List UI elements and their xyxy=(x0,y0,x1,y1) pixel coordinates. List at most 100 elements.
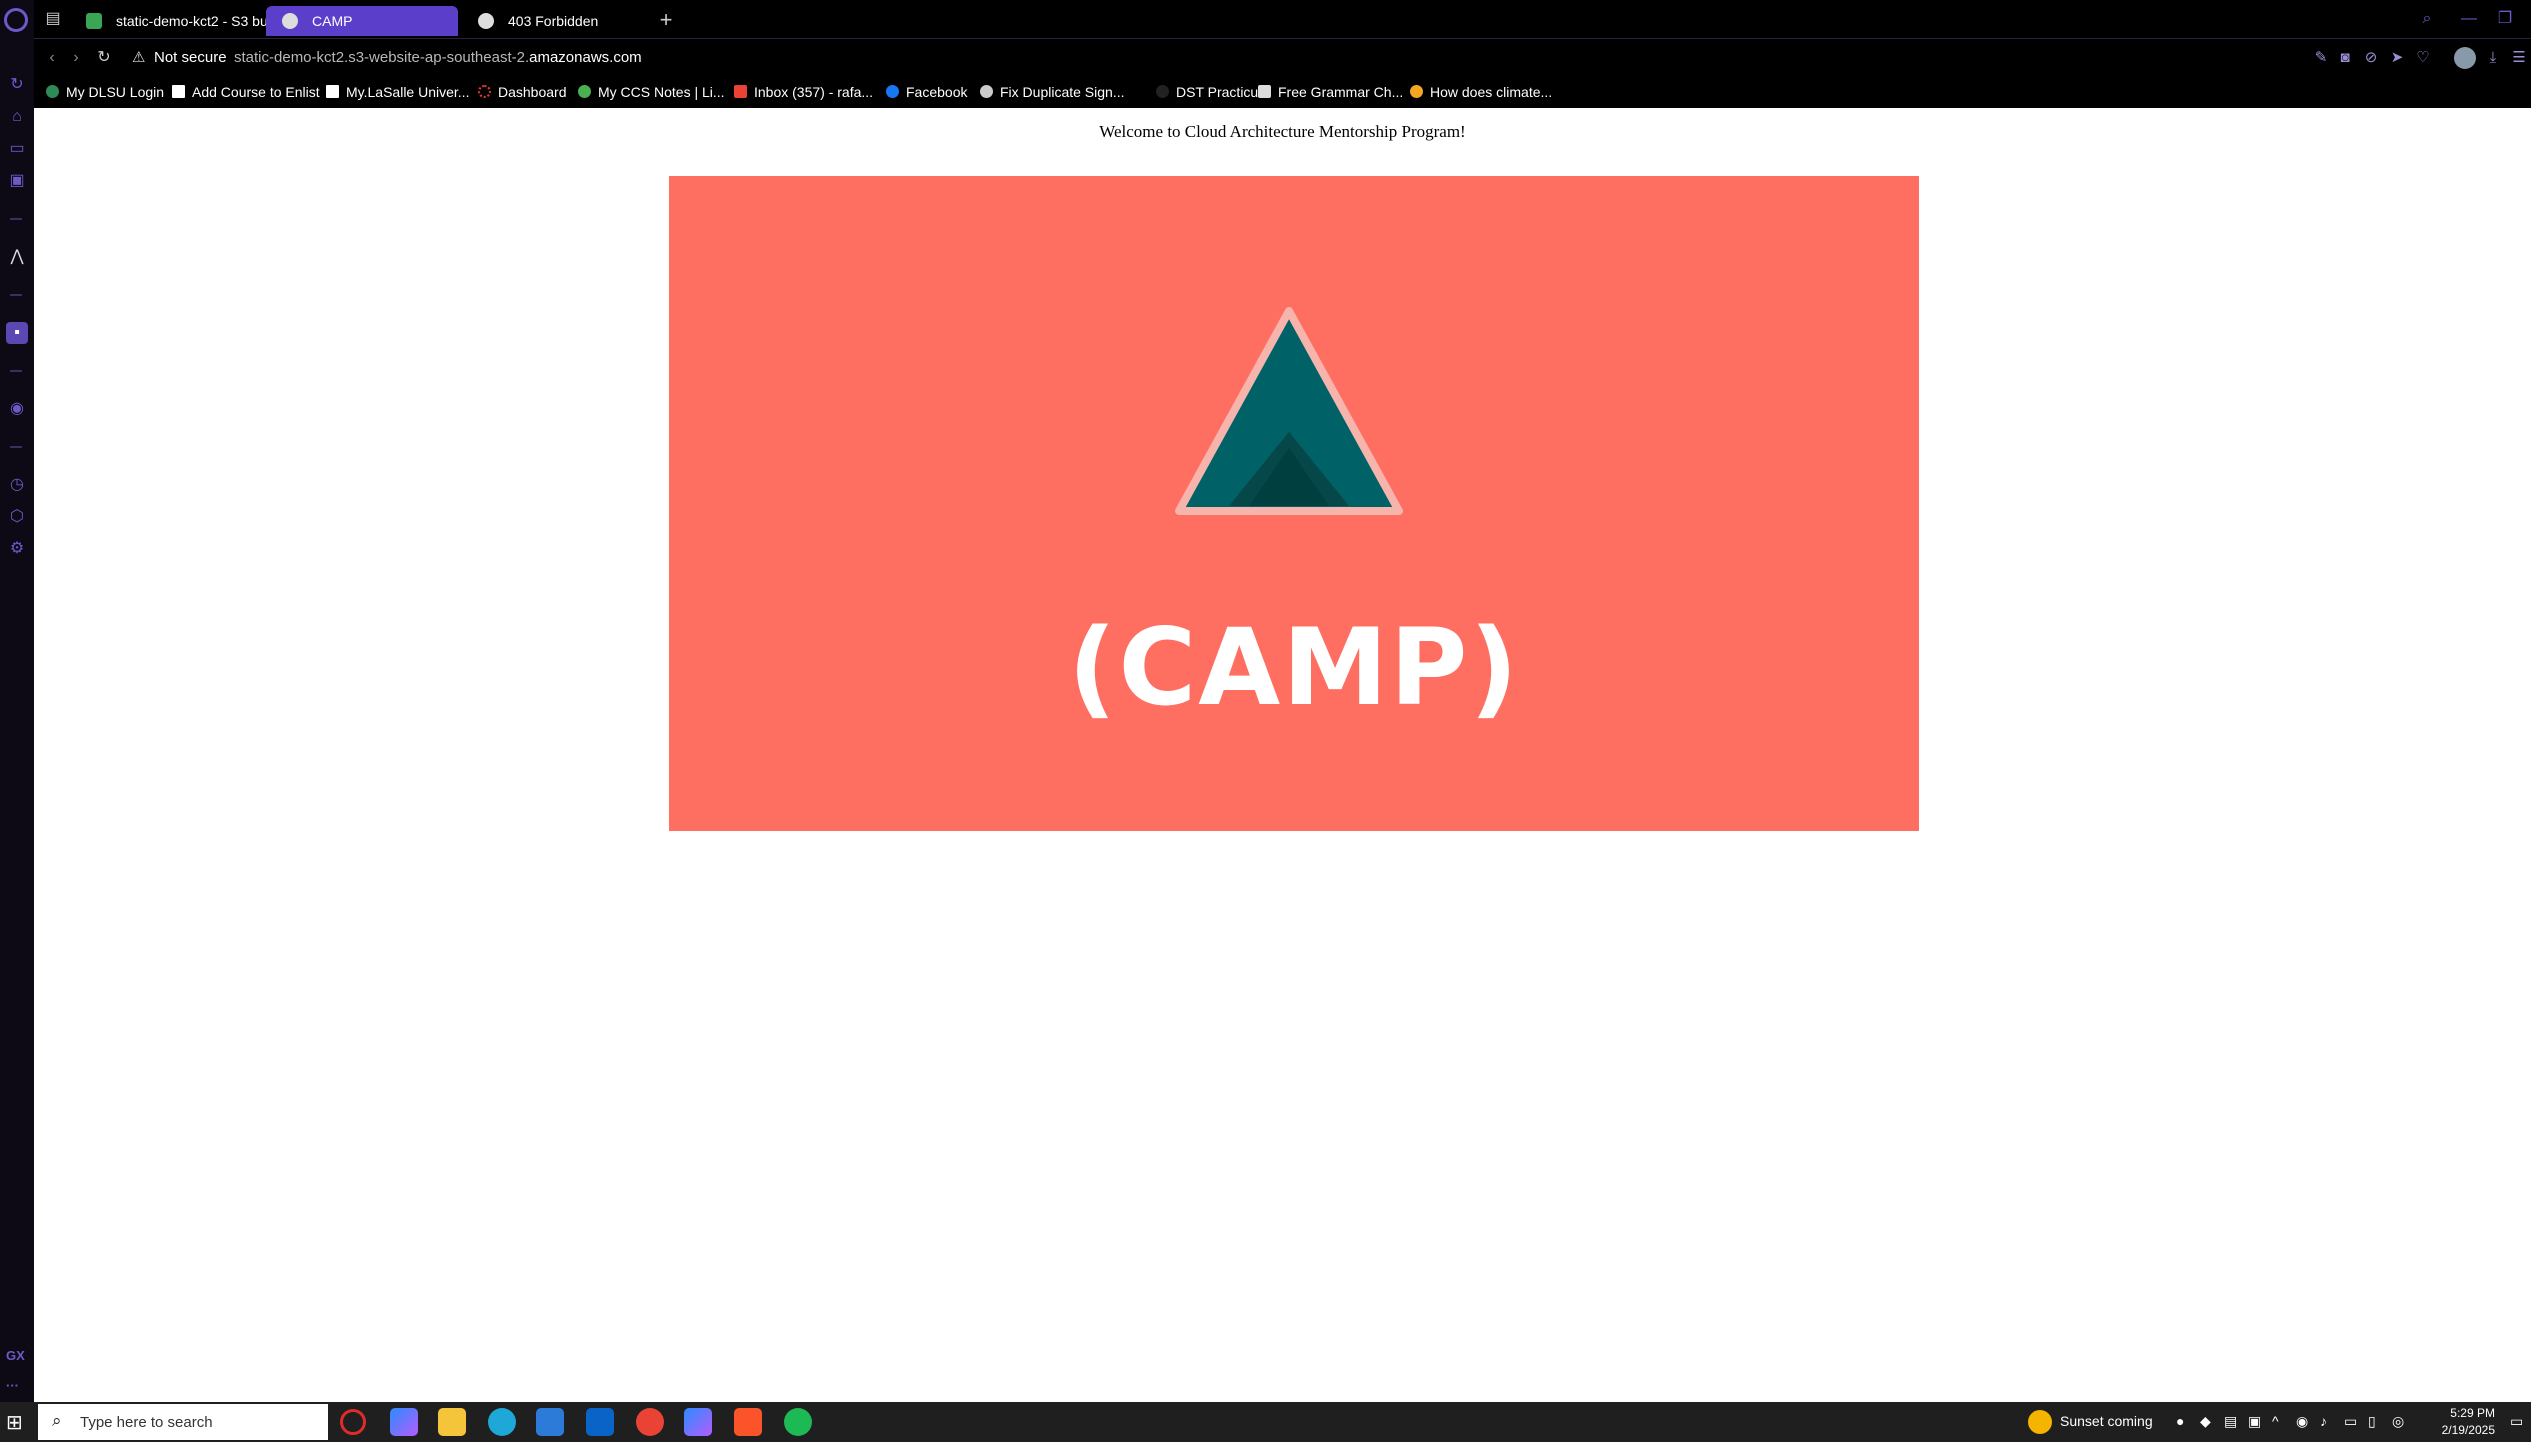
clock-time: 5:29 PM xyxy=(2450,1406,2495,1420)
minimize-button[interactable]: — xyxy=(2454,6,2484,32)
copilot-pwa-icon[interactable] xyxy=(684,1408,712,1436)
notifications-icon[interactable]: ▭ xyxy=(2510,1413,2523,1430)
store-app-icon[interactable] xyxy=(536,1408,564,1436)
bookmark-favicon-icon xyxy=(1410,85,1423,98)
tab-403-forbidden[interactable]: 403 Forbidden xyxy=(462,6,642,36)
battery-icon[interactable]: ▯ xyxy=(2368,1413,2376,1430)
shield-icon[interactable]: ⊘ xyxy=(2360,47,2382,69)
bookmark-item[interactable]: Fix Duplicate Sign... xyxy=(980,82,1125,102)
copilot-app-icon[interactable] xyxy=(390,1408,418,1436)
edit-icon[interactable]: ✎ xyxy=(2310,47,2332,69)
menu-icon[interactable]: ☰ xyxy=(2508,47,2530,69)
spotify-app-icon[interactable] xyxy=(784,1408,812,1436)
url-field[interactable]: static-demo-kct2.s3-website-ap-southeast… xyxy=(234,49,642,66)
more-icon[interactable]: ··· xyxy=(6,1378,19,1393)
brave-app-icon[interactable] xyxy=(734,1408,762,1436)
outlook-app-icon[interactable] xyxy=(586,1408,614,1436)
tab-label: CAMP xyxy=(312,13,353,29)
profile-avatar[interactable] xyxy=(2454,47,2476,69)
opera-gx-app-icon[interactable] xyxy=(340,1409,366,1435)
bookmark-label: Fix Duplicate Sign... xyxy=(1000,84,1125,100)
shopping-icon[interactable]: ⌂ xyxy=(6,106,28,128)
edge-app-icon[interactable] xyxy=(488,1408,516,1436)
file-explorer-icon[interactable] xyxy=(438,1408,466,1436)
globe-icon xyxy=(980,85,993,98)
network-icon[interactable]: ▭ xyxy=(2344,1413,2357,1430)
tab-camp[interactable]: CAMP xyxy=(266,6,458,36)
download-icon[interactable]: ⤓ xyxy=(2482,47,2504,69)
twitch-icon[interactable]: ▪ xyxy=(6,322,28,344)
search-tabs-icon[interactable]: ⌕ xyxy=(2412,6,2442,32)
tab-s3-bucket[interactable]: static-demo-kct2 - S3 buc xyxy=(70,6,290,36)
globe-icon xyxy=(282,13,298,29)
bookmark-item[interactable]: Add Course to Enlist xyxy=(172,82,320,102)
screen: ↻ ⌂ ▭ ▣ ⋀ ▪ ◉ ◷ ⬡ ⚙ GX ··· ▤ static-demo… xyxy=(0,0,2531,1442)
ai-assistant-icon[interactable]: ↻ xyxy=(6,74,28,96)
tab-label: 403 Forbidden xyxy=(508,13,599,29)
page-viewport: Welcome to Cloud Architecture Mentorship… xyxy=(34,108,2531,1402)
taskbar-clock[interactable]: 5:29 PM 2/19/2025 xyxy=(2425,1405,2495,1439)
taskbar-search-input[interactable]: ⌕ Type here to search xyxy=(38,1404,328,1440)
send-icon[interactable]: ➤ xyxy=(2386,47,2408,69)
bookmark-item[interactable]: How does climate... xyxy=(1410,82,1552,102)
tray-app-icon[interactable]: ◎ xyxy=(2392,1413,2404,1430)
address-bar: ‹ › ↻ ⚠ Not secure static-demo-kct2.s3-w… xyxy=(34,38,2531,76)
page-icon xyxy=(326,85,339,98)
bookmarks-bar: My DLSU Login Add Course to Enlist My.La… xyxy=(34,76,2531,108)
volume-icon[interactable]: ♪ xyxy=(2320,1413,2327,1429)
tray-app-icon[interactable]: ▣ xyxy=(2248,1413,2261,1430)
bookmark-item[interactable]: Inbox (357) - rafa... xyxy=(734,82,873,102)
warning-icon: ⚠ xyxy=(132,49,146,66)
bookmark-label: Free Grammar Ch... xyxy=(1278,84,1404,100)
history-icon[interactable]: ◷ xyxy=(6,474,28,496)
bookmark-item[interactable]: My DLSU Login xyxy=(46,82,164,102)
heart-icon[interactable]: ♡ xyxy=(2412,47,2434,69)
player-icon[interactable]: ◉ xyxy=(6,398,28,420)
search-placeholder: Type here to search xyxy=(80,1414,213,1431)
bookmark-label: Dashboard xyxy=(498,84,567,100)
tab-label: static-demo-kct2 - S3 buc xyxy=(116,13,275,29)
browser-sidebar: ↻ ⌂ ▭ ▣ ⋀ ▪ ◉ ◷ ⬡ ⚙ GX ··· xyxy=(0,0,34,1402)
security-indicator[interactable]: Not secure xyxy=(154,49,227,66)
extensions-icon[interactable]: ⬡ xyxy=(6,506,28,528)
weather-text[interactable]: Sunset coming xyxy=(2060,1413,2153,1429)
tray-app-icon[interactable]: ◉ xyxy=(2296,1413,2308,1430)
tab-menu-icon[interactable]: ▤ xyxy=(42,8,64,30)
dashboard-icon xyxy=(478,85,491,98)
globe-icon xyxy=(478,13,494,29)
chrome-app-icon[interactable] xyxy=(636,1408,664,1436)
show-hidden-icons[interactable]: ^ xyxy=(2272,1413,2279,1429)
gmail-icon xyxy=(734,85,747,98)
sidebar-divider xyxy=(10,370,22,372)
sidebar-divider xyxy=(10,446,22,448)
reload-button[interactable]: ↻ xyxy=(92,47,116,69)
bookmark-item[interactable]: DST Practicum xyxy=(1156,82,1270,102)
new-tab-button[interactable]: + xyxy=(651,6,681,36)
bookmark-label: Add Course to Enlist xyxy=(192,84,320,100)
opera-logo-icon[interactable] xyxy=(4,8,28,32)
bookmark-item[interactable]: My.LaSalle Univer... xyxy=(326,82,469,102)
settings-gear-icon[interactable]: ⚙ xyxy=(6,538,28,560)
spotify-tray-icon[interactable]: ● xyxy=(2176,1413,2184,1429)
bookmark-label: How does climate... xyxy=(1430,84,1553,100)
tray-app-icon[interactable]: ◆ xyxy=(2200,1413,2211,1430)
bookmark-favicon-icon xyxy=(46,85,59,98)
weather-sun-icon xyxy=(2028,1410,2052,1434)
bookmark-item[interactable]: Dashboard xyxy=(478,82,567,102)
forward-button[interactable]: › xyxy=(64,47,88,69)
windows-taskbar: ⊞ ⌕ Type here to search Sunset coming ● … xyxy=(0,1402,2531,1442)
back-button[interactable]: ‹ xyxy=(40,47,64,69)
notion-star-icon xyxy=(578,85,591,98)
gx-icon[interactable]: GX xyxy=(6,1348,25,1363)
bookmark-item[interactable]: Facebook xyxy=(886,82,967,102)
windows-start-icon[interactable]: ⊞ xyxy=(6,1412,28,1434)
aws-s3-icon xyxy=(86,13,102,29)
camera-icon[interactable]: ◙ xyxy=(2334,47,2356,69)
tray-app-icon[interactable]: ▤ xyxy=(2224,1413,2237,1430)
whatsapp-icon[interactable]: ▣ xyxy=(6,170,28,192)
bookmark-item[interactable]: Free Grammar Ch... xyxy=(1258,82,1403,102)
maximize-button[interactable]: ❐ xyxy=(2490,6,2520,32)
aria-icon[interactable]: ⋀ xyxy=(6,246,28,268)
messenger-icon[interactable]: ▭ xyxy=(6,138,28,160)
bookmark-item[interactable]: My CCS Notes | Li... xyxy=(578,82,725,102)
